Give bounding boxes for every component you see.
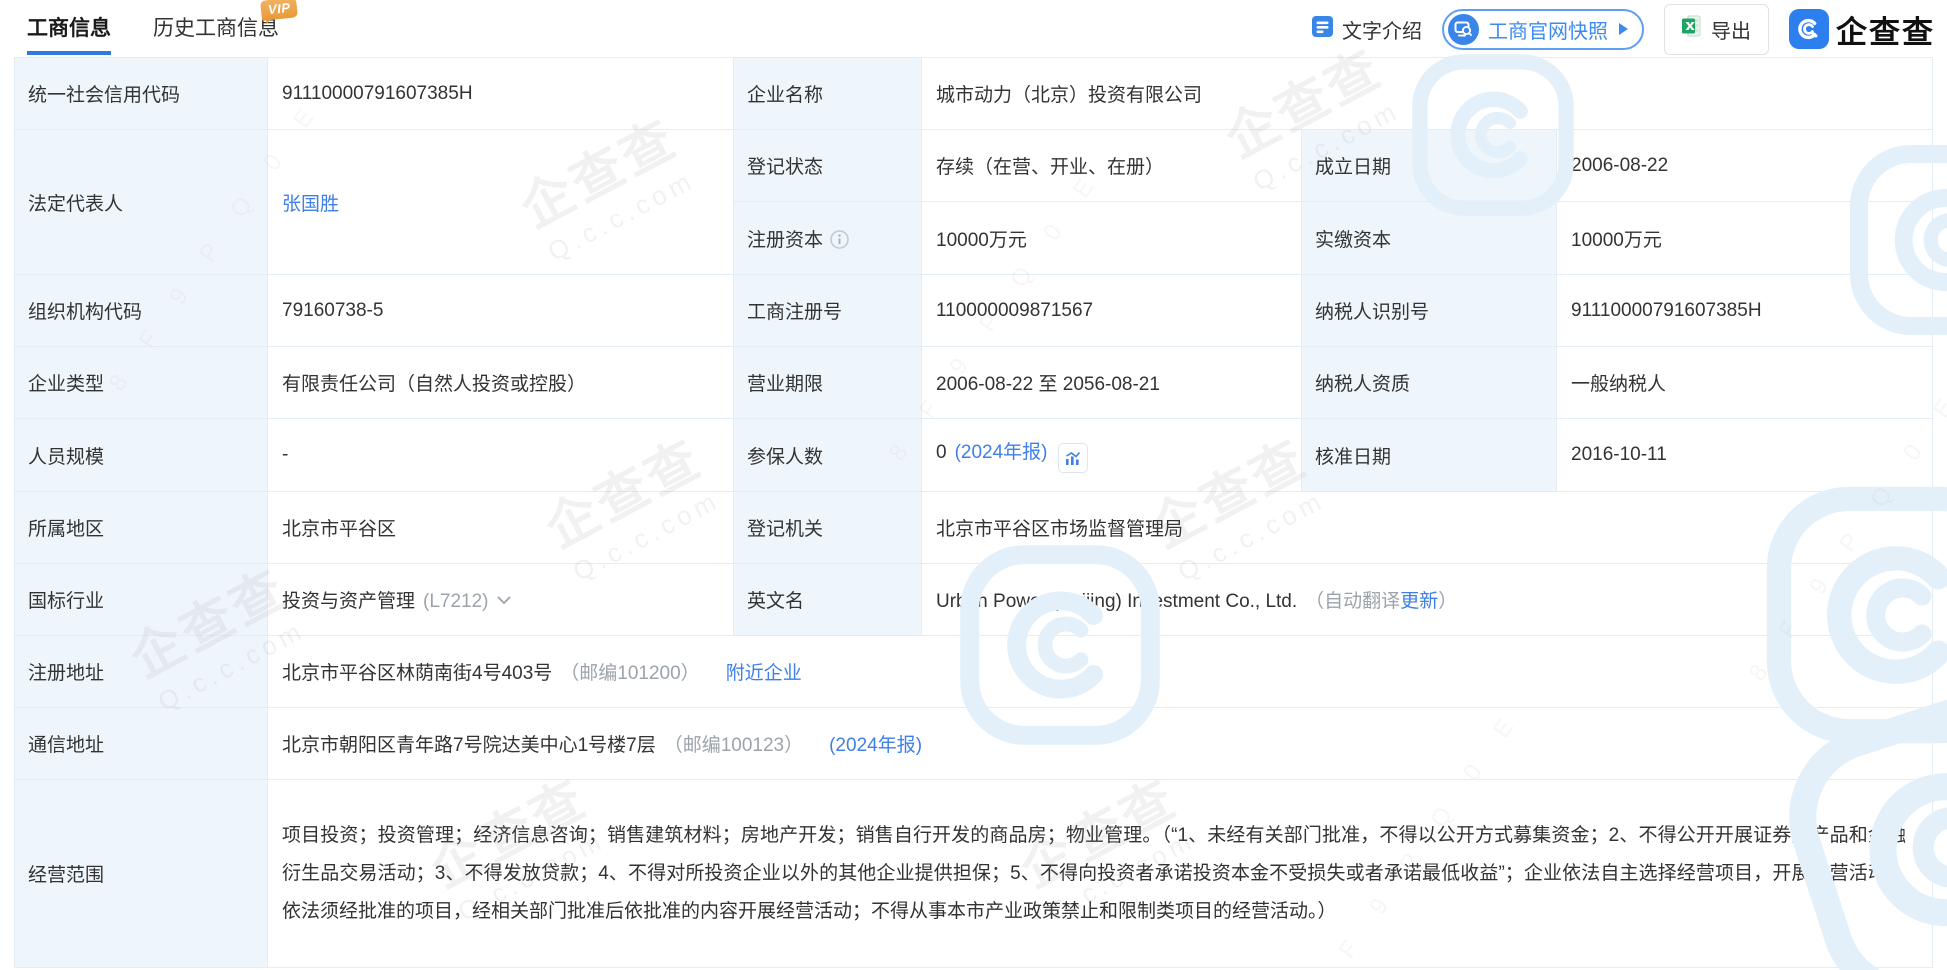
reg-authority-label: 登记机关 [734, 492, 922, 564]
biz-term-value: 2006-08-22 至 2056-08-21 [922, 347, 1302, 419]
table-row: 所属地区 北京市平谷区 登记机关 北京市平谷区市场监督管理局 [15, 492, 1933, 564]
export-button[interactable]: 导出 [1664, 4, 1769, 55]
insured-label: 参保人数 [734, 419, 922, 492]
arrow-right-icon [1619, 23, 1628, 35]
reg-address-text: 北京市平谷区林荫南街4号403号 [282, 663, 552, 684]
english-name-label: 英文名 [734, 564, 922, 636]
business-info-table: 统一社会信用代码 91110000791607385H 企业名称 城市动力（北京… [14, 57, 1933, 968]
mail-annual-report-link[interactable]: (2024年报) [829, 735, 922, 756]
table-row: 人员规模 - 参保人数 0 (2024年报) 核准日期 2016-10-11 [15, 419, 1933, 492]
translate-update-link[interactable]: 更新 [1400, 591, 1438, 612]
region-label: 所属地区 [15, 492, 268, 564]
biz-term-label: 营业期限 [734, 347, 922, 419]
approval-date-label: 核准日期 [1302, 419, 1557, 492]
business-info-page: 工商信息 历史工商信息 VIP 文字介绍 工商官网快照 [0, 0, 1947, 970]
text-intro-label: 文字介绍 [1342, 15, 1422, 44]
auto-translate-note: （自动翻译 [1305, 591, 1400, 612]
table-row: 注册地址 北京市平谷区林荫南街4号403号 （邮编101200） 附近企业 [15, 636, 1933, 708]
toolbar: 文字介绍 工商官网快照 导出 企查查 [1312, 6, 1935, 52]
insured-trend-chart-button[interactable] [1058, 443, 1088, 473]
legal-rep-link[interactable]: 张国胜 [282, 194, 339, 215]
paid-capital-label: 实缴资本 [1302, 202, 1557, 275]
nearby-companies-link[interactable]: 附近企业 [726, 663, 802, 684]
table-row: 国标行业 投资与资产管理 (L7212) 英文名 Urban Power (Bei… [15, 564, 1933, 636]
approval-date-value: 2016-10-11 [1557, 419, 1933, 492]
text-intro-button[interactable]: 文字介绍 [1312, 15, 1422, 44]
snapshot-icon [1448, 14, 1479, 45]
credit-code-label: 统一社会信用代码 [15, 58, 268, 130]
qcc-logo-text: 企查查 [1836, 7, 1935, 52]
table-row: 企业类型 有限责任公司（自然人投资或控股） 营业期限 2006-08-22 至 … [15, 347, 1933, 419]
industry-label: 国标行业 [15, 564, 268, 636]
establish-date-value: 2006-08-22 [1557, 130, 1933, 202]
mail-address-zip: （邮编100123） [664, 735, 803, 756]
credit-code-value: 91110000791607385H [268, 58, 734, 130]
table-row: 组织机构代码 79160738-5 工商注册号 110000009871567 … [15, 275, 1933, 347]
legal-rep-label: 法定代表人 [15, 130, 268, 275]
taxpayer-id-value: 91110000791607385H [1557, 275, 1933, 347]
tab-history-label: 历史工商信息 [153, 17, 279, 40]
insured-annual-report-link[interactable]: (2024年报) [955, 442, 1048, 463]
export-label: 导出 [1711, 15, 1751, 44]
taxpayer-id-label: 纳税人识别号 [1302, 275, 1557, 347]
company-type-label: 企业类型 [15, 347, 268, 419]
mail-address-label: 通信地址 [15, 708, 268, 780]
reg-status-value: 存续（在营、开业、在册） [922, 130, 1302, 202]
top-bar: 工商信息 历史工商信息 VIP 文字介绍 工商官网快照 [0, 0, 1947, 57]
company-type-value: 有限责任公司（自然人投资或控股） [268, 347, 734, 419]
org-code-value: 79160738-5 [268, 275, 734, 347]
snapshot-button[interactable]: 工商官网快照 [1442, 9, 1644, 50]
region-value: 北京市平谷区 [268, 492, 734, 564]
table-row: 通信地址 北京市朝阳区青年路7号院达美中心1号楼7层 （邮编100123） (202… [15, 708, 1933, 780]
reg-status-label: 登记状态 [734, 130, 922, 202]
reg-capital-label: 注册资本 [734, 202, 922, 275]
mail-address-value: 北京市朝阳区青年路7号院达美中心1号楼7层 （邮编100123） (2024年报) [268, 708, 1933, 780]
industry-value: 投资与资产管理 (L7212) [268, 564, 734, 636]
staff-size-value: - [268, 419, 734, 492]
staff-size-label: 人员规模 [15, 419, 268, 492]
industry-name: 投资与资产管理 [282, 591, 415, 612]
company-name-value: 城市动力（北京）投资有限公司 [922, 58, 1933, 130]
reg-authority-value: 北京市平谷区市场监督管理局 [922, 492, 1933, 564]
table-row: 统一社会信用代码 91110000791607385H 企业名称 城市动力（北京… [15, 58, 1933, 130]
tab-business-info[interactable]: 工商信息 [27, 12, 111, 55]
reg-address-zip: （邮编101200） [560, 663, 699, 684]
chevron-down-icon[interactable] [497, 596, 511, 605]
mail-address-text: 北京市朝阳区青年路7号院达美中心1号楼7层 [282, 735, 656, 756]
reg-address-value: 北京市平谷区林荫南街4号403号 （邮编101200） 附近企业 [268, 636, 1933, 708]
industry-code: (L7212) [423, 591, 489, 612]
biz-reg-no-value: 110000009871567 [922, 275, 1302, 347]
insured-count: 0 [936, 442, 947, 463]
tab-strip: 工商信息 历史工商信息 VIP [27, 0, 279, 55]
english-name-value: Urban Power (Beijing) Investment Co., Lt… [922, 564, 1933, 636]
excel-icon [1682, 15, 1702, 43]
biz-scope-label: 经营范围 [15, 780, 268, 968]
org-code-label: 组织机构代码 [15, 275, 268, 347]
snapshot-label: 工商官网快照 [1488, 15, 1608, 44]
legal-rep-value: 张国胜 [268, 130, 734, 275]
taxpayer-quality-value: 一般纳税人 [1557, 347, 1933, 419]
text-intro-icon [1312, 16, 1333, 43]
biz-scope-value: 项目投资；投资管理；经济信息咨询；销售建筑材料；房地产开发；销售自行开发的商品房… [268, 780, 1933, 968]
tab-history-info[interactable]: 历史工商信息 VIP [153, 12, 279, 55]
english-name-text: Urban Power (Beijing) Investment Co., Lt… [936, 591, 1297, 612]
qcc-logo-icon [1789, 9, 1829, 49]
company-name-label: 企业名称 [734, 58, 922, 130]
biz-reg-no-label: 工商注册号 [734, 275, 922, 347]
vip-badge: VIP [260, 0, 298, 21]
qcc-logo[interactable]: 企查查 [1789, 7, 1935, 52]
insured-value: 0 (2024年报) [922, 419, 1302, 492]
reg-capital-value: 10000万元 [922, 202, 1302, 275]
reg-address-label: 注册地址 [15, 636, 268, 708]
establish-date-label: 成立日期 [1302, 130, 1557, 202]
table-row: 经营范围 项目投资；投资管理；经济信息咨询；销售建筑材料；房地产开发；销售自行开… [15, 780, 1933, 968]
paid-capital-value: 10000万元 [1557, 202, 1933, 275]
table-row: 法定代表人 张国胜 登记状态 存续（在营、开业、在册） 成立日期 2006-08… [15, 130, 1933, 202]
info-icon[interactable] [830, 230, 849, 249]
taxpayer-quality-label: 纳税人资质 [1302, 347, 1557, 419]
